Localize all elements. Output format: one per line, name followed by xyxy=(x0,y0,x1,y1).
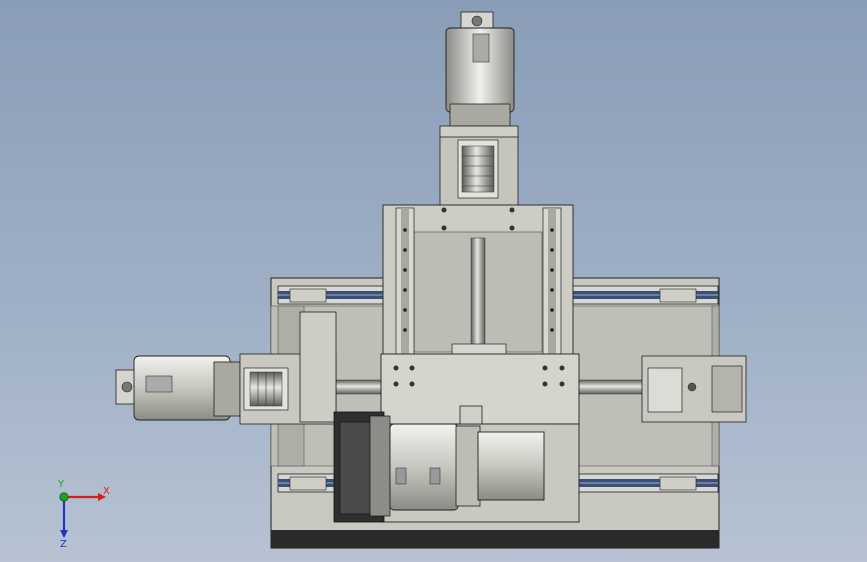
axis-triad: X Y Z xyxy=(57,479,110,548)
y-axis-coupling[interactable] xyxy=(439,125,519,208)
z-axis-linear-rail-left[interactable] xyxy=(395,207,415,355)
cnc-assembly-model[interactable] xyxy=(0,0,867,562)
triad-origin-icon xyxy=(59,492,69,502)
z-axis-label: Z xyxy=(60,539,67,548)
x-axis-servo-motor[interactable] xyxy=(115,355,241,421)
x-axis-label: X xyxy=(103,486,110,497)
gear-reducer[interactable] xyxy=(333,411,391,523)
x-axis-end-bearing-block[interactable] xyxy=(641,355,747,423)
cad-viewport[interactable]: X Y Z xyxy=(0,0,867,562)
z-axis-linear-rail-right[interactable] xyxy=(542,207,562,355)
y-axis-servo-motor[interactable] xyxy=(445,11,515,127)
y-axis-label: Y xyxy=(57,479,65,490)
